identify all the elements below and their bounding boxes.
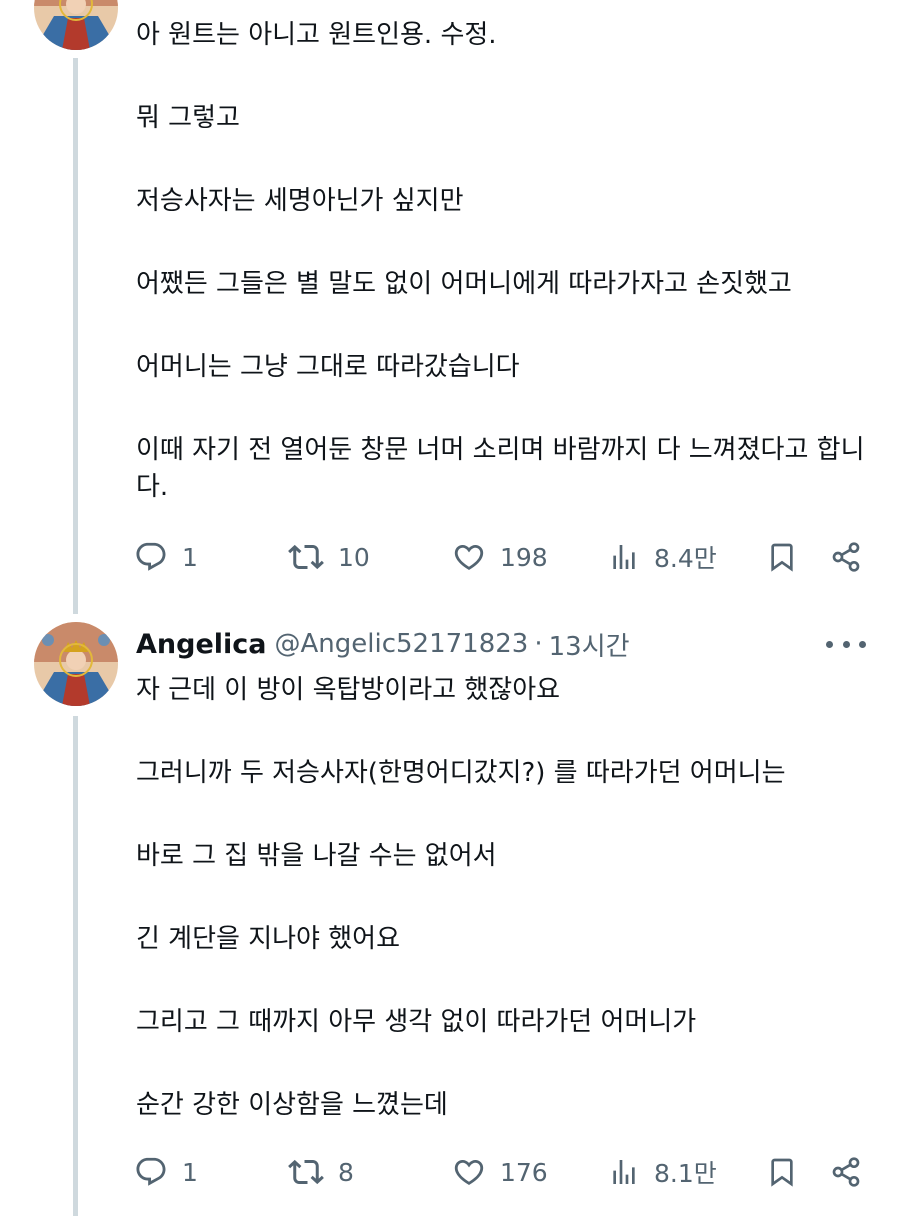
views-count: 8.1만 [654, 1159, 717, 1188]
tweet-paragraph: 어쨌든 그들은 별 말도 없이 어머니에게 따라가자고 손짓했고 [136, 269, 792, 299]
bookmark-icon [766, 541, 798, 573]
tweet-text: 자 근데 이 방이 옥탑방이라고 했잖아요 그러니까 두 저승사자(한명어디갔지… [136, 672, 876, 1124]
share-icon [830, 541, 862, 573]
views-chart-icon [608, 1156, 640, 1188]
like-count: 198 [500, 542, 548, 572]
like-button[interactable]: 176 [452, 1150, 548, 1194]
retweet-count: 8 [338, 1157, 354, 1187]
tweet-paragraph: 긴 계단을 지나야 했어요 [136, 924, 400, 954]
bookmark-button[interactable] [766, 1150, 798, 1194]
tweet-paragraph: 그러니까 두 저승사자(한명어디갔지?) 를 따라가던 어머니는 [136, 758, 786, 788]
retweet-button[interactable]: 10 [288, 535, 370, 579]
timestamp[interactable]: 13시간 [549, 626, 630, 663]
retweet-count: 10 [338, 542, 370, 572]
tweet-paragraph: 어머니는 그냥 그대로 따라갔습니다 [136, 352, 520, 382]
share-button[interactable] [830, 535, 862, 579]
views-button[interactable]: 8.1만 [608, 1150, 717, 1194]
thread-line [73, 716, 78, 1216]
tweet-header: Angelica @Angelic52171823 · 13시간 [136, 624, 630, 664]
more-dots-icon[interactable] [826, 630, 866, 658]
tweet-paragraph: 순간 강한 이상함을 느꼈는데 [136, 1090, 448, 1120]
reply-button[interactable]: 1 [134, 1150, 198, 1194]
reply-count: 1 [182, 1157, 198, 1187]
reply-icon [134, 1155, 168, 1189]
tweet-actions: 1 8 176 8.1만 [134, 1150, 874, 1194]
avatar[interactable] [34, 622, 118, 706]
display-name[interactable]: Angelica [136, 629, 267, 660]
thread-line [73, 58, 78, 614]
tweet-paragraph: 자 근데 이 방이 옥탑방이라고 했잖아요 [136, 675, 561, 705]
share-button[interactable] [830, 1150, 862, 1194]
like-button[interactable]: 198 [452, 535, 548, 579]
separator: · [534, 629, 543, 659]
views-button[interactable]: 8.4만 [608, 535, 717, 579]
tweet-paragraph: 뭐 그렇고 [136, 103, 240, 133]
tweet-text: 아 원트는 아니고 원트인용. 수정. 뭐 그렇고 저승사자는 세명아닌가 싶지… [136, 17, 876, 506]
reply-button[interactable]: 1 [134, 535, 198, 579]
tweet-paragraph: 이때 자기 전 열어둔 창문 너머 소리며 바람까지 다 느껴졌다고 합니다. [136, 435, 865, 502]
tweet-actions: 1 10 198 8.4만 [134, 535, 874, 579]
user-handle[interactable]: @Angelic52171823 [275, 629, 529, 659]
heart-icon [452, 1155, 486, 1189]
avatar[interactable] [34, 0, 118, 50]
tweet-paragraph: 저승사자는 세명아닌가 싶지만 [136, 186, 464, 216]
tweet-paragraph: 그리고 그 때까지 아무 생각 없이 따라가던 어머니가 [136, 1007, 697, 1037]
tweet-paragraph: 아 원트는 아니고 원트인용. 수정. [136, 20, 497, 50]
share-icon [830, 1156, 862, 1188]
retweet-icon [288, 539, 324, 575]
bookmark-icon [766, 1156, 798, 1188]
views-chart-icon [608, 541, 640, 573]
reply-icon [134, 540, 168, 574]
views-count: 8.4만 [654, 544, 717, 573]
retweet-button[interactable]: 8 [288, 1150, 354, 1194]
heart-icon [452, 540, 486, 574]
like-count: 176 [500, 1157, 548, 1187]
tweet-paragraph: 바로 그 집 밖을 나갈 수는 없어서 [136, 841, 497, 871]
retweet-icon [288, 1154, 324, 1190]
bookmark-button[interactable] [766, 535, 798, 579]
reply-count: 1 [182, 542, 198, 572]
